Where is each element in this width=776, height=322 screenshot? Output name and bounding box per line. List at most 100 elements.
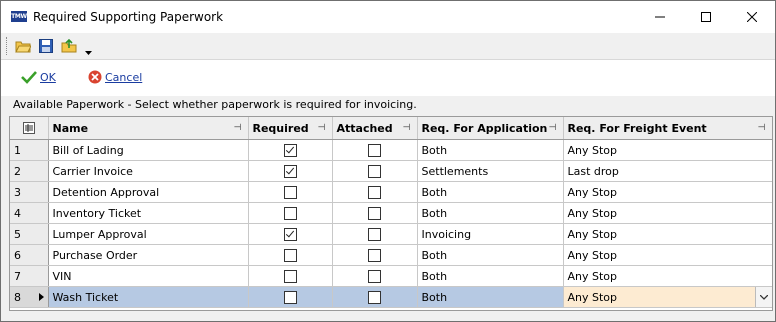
- export-button[interactable]: [59, 36, 79, 56]
- req-application-cell[interactable]: Both: [417, 244, 564, 266]
- row-number[interactable]: 6: [10, 244, 49, 266]
- req-application-cell[interactable]: Both: [417, 202, 564, 224]
- name-cell[interactable]: Bill of Lading: [48, 139, 249, 161]
- pin-icon[interactable]: ⊣: [758, 123, 766, 133]
- row-number[interactable]: 2: [10, 160, 49, 182]
- attached-cell[interactable]: [332, 139, 418, 161]
- required-cell[interactable]: [248, 265, 333, 287]
- name-cell[interactable]: VIN: [48, 265, 249, 287]
- attached-cell[interactable]: [332, 286, 418, 308]
- req-freight-event-value: Any Stop: [567, 227, 618, 241]
- name-cell[interactable]: Wash Ticket: [48, 286, 249, 308]
- section-caption: Available Paperwork - Select whether pap…: [13, 98, 417, 111]
- table-row[interactable]: 4 Inventory Ticket Both Any Stop: [10, 202, 772, 224]
- pin-icon[interactable]: ⊣: [549, 123, 557, 133]
- required-cell[interactable]: [248, 181, 333, 203]
- title-bar[interactable]: TMW Required Supporting Paperwork: [1, 1, 775, 33]
- req-freight-event-cell[interactable]: Any Stop: [563, 181, 772, 203]
- row-number[interactable]: 4: [10, 202, 49, 224]
- attached-cell[interactable]: [332, 223, 418, 245]
- table-row[interactable]: 5 Lumper Approval Invoicing Any Stop: [10, 223, 772, 245]
- attached-cell[interactable]: [332, 265, 418, 287]
- attached-checkbox[interactable]: [368, 143, 381, 157]
- column-chooser-button[interactable]: [10, 117, 49, 140]
- name-cell[interactable]: Carrier Invoice: [48, 160, 249, 182]
- required-checkbox[interactable]: [283, 185, 297, 199]
- req-freight-event-cell[interactable]: Any Stop: [563, 244, 772, 266]
- required-cell[interactable]: [248, 223, 333, 245]
- req-freight-event-cell[interactable]: Any Stop: [563, 202, 772, 224]
- attached-checkbox[interactable]: [368, 248, 381, 262]
- req-application-cell[interactable]: Both: [417, 139, 564, 161]
- save-button[interactable]: [36, 36, 56, 56]
- column-header-req-application[interactable]: Req. For Application ⊣: [417, 117, 564, 140]
- row-number-label: 6: [14, 248, 21, 262]
- pin-icon[interactable]: ⊣: [234, 123, 242, 133]
- table-row[interactable]: 3 Detention Approval Both Any Stop: [10, 181, 772, 203]
- toolbar-overflow-button[interactable]: [83, 41, 93, 55]
- pin-icon[interactable]: ⊣: [318, 123, 326, 133]
- req-application-cell[interactable]: Both: [417, 265, 564, 287]
- freight-event-dropdown-button[interactable]: [754, 287, 771, 307]
- attached-cell[interactable]: [332, 202, 418, 224]
- toolbar-grip[interactable]: [6, 37, 9, 55]
- pin-icon[interactable]: ⊣: [403, 123, 411, 133]
- required-checkbox[interactable]: [283, 248, 297, 262]
- required-checkbox[interactable]: [283, 206, 297, 220]
- required-checkbox[interactable]: [283, 164, 297, 178]
- table-row[interactable]: 6 Purchase Order Both Any Stop: [10, 244, 772, 266]
- name-cell[interactable]: Purchase Order: [48, 244, 249, 266]
- req-freight-event-cell[interactable]: Any Stop: [563, 286, 772, 308]
- column-header-req-freight-event[interactable]: Req. For Freight Event ⊣: [563, 117, 772, 140]
- open-button[interactable]: [13, 36, 33, 56]
- req-application-cell[interactable]: Both: [417, 181, 564, 203]
- attached-cell[interactable]: [332, 244, 418, 266]
- row-number[interactable]: 7: [10, 265, 49, 287]
- required-checkbox[interactable]: [283, 143, 297, 157]
- required-cell[interactable]: [248, 202, 333, 224]
- action-bar: OK Cancel: [1, 60, 775, 96]
- attached-checkbox[interactable]: [368, 227, 381, 241]
- row-number-label: 5: [14, 227, 21, 241]
- required-checkbox[interactable]: [283, 290, 297, 304]
- minimize-button[interactable]: [637, 1, 683, 33]
- attached-checkbox[interactable]: [368, 290, 381, 304]
- required-cell[interactable]: [248, 160, 333, 182]
- row-number[interactable]: 8: [10, 286, 49, 308]
- name-cell[interactable]: Inventory Ticket: [48, 202, 249, 224]
- req-application-cell[interactable]: Both: [417, 286, 564, 308]
- row-number[interactable]: 5: [10, 223, 49, 245]
- req-application-cell[interactable]: Invoicing: [417, 223, 564, 245]
- close-button[interactable]: [729, 1, 775, 33]
- column-header-attached[interactable]: Attached ⊣: [332, 117, 418, 140]
- required-cell[interactable]: [248, 286, 333, 308]
- table-row[interactable]: 1 Bill of Lading Both Any Stop: [10, 139, 772, 161]
- attached-checkbox[interactable]: [368, 185, 381, 199]
- req-freight-event-cell[interactable]: Any Stop: [563, 139, 772, 161]
- table-row[interactable]: 2 Carrier Invoice Settlements Last drop: [10, 160, 772, 182]
- req-freight-event-cell[interactable]: Any Stop: [563, 223, 772, 245]
- req-freight-event-cell[interactable]: Last drop: [563, 160, 772, 182]
- name-cell[interactable]: Lumper Approval: [48, 223, 249, 245]
- row-number[interactable]: 1: [10, 139, 49, 161]
- required-cell[interactable]: [248, 139, 333, 161]
- row-number[interactable]: 3: [10, 181, 49, 203]
- req-freight-event-cell[interactable]: Any Stop: [563, 265, 772, 287]
- attached-checkbox[interactable]: [368, 269, 381, 283]
- required-checkbox[interactable]: [283, 269, 297, 283]
- ok-button[interactable]: OK: [21, 69, 56, 85]
- cancel-button[interactable]: Cancel: [88, 69, 142, 85]
- attached-cell[interactable]: [332, 181, 418, 203]
- column-header-required[interactable]: Required ⊣: [248, 117, 333, 140]
- name-cell[interactable]: Detention Approval: [48, 181, 249, 203]
- required-cell[interactable]: [248, 244, 333, 266]
- table-row[interactable]: 7 VIN Both Any Stop: [10, 265, 772, 287]
- table-row[interactable]: 8 Wash Ticket Both Any Stop: [10, 286, 772, 308]
- required-checkbox[interactable]: [283, 227, 297, 241]
- maximize-button[interactable]: [683, 1, 729, 33]
- attached-checkbox[interactable]: [368, 164, 381, 178]
- attached-checkbox[interactable]: [368, 206, 381, 220]
- column-header-name[interactable]: Name ⊣: [48, 117, 249, 140]
- req-application-cell[interactable]: Settlements: [417, 160, 564, 182]
- attached-cell[interactable]: [332, 160, 418, 182]
